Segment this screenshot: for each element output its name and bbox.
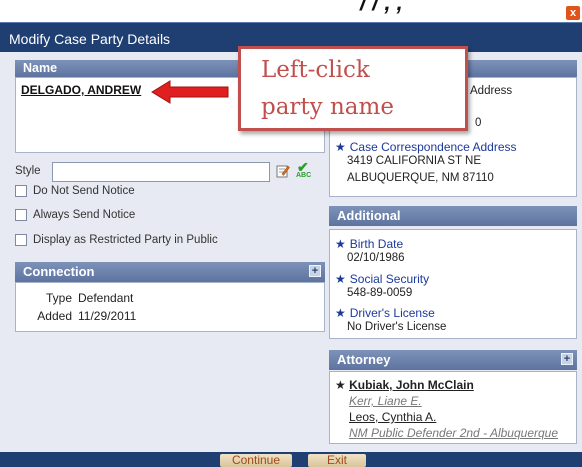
connection-added-value: 11/29/2011	[78, 309, 137, 323]
checkbox-do-not-send-notice[interactable]: Do Not Send Notice	[15, 185, 135, 201]
social-security-value: 548-89-0059	[347, 287, 413, 299]
checkbox-label: Do Not Send Notice	[33, 185, 135, 197]
address-partial-line: 0	[475, 117, 482, 129]
address-line-1: 3419 CALIFORNIA ST NE	[347, 155, 482, 167]
primary-attorney-row[interactable]: ★ Kubiak, John McClain	[335, 378, 474, 392]
style-input[interactable]	[52, 162, 270, 182]
additional-section-title: Additional	[337, 208, 401, 223]
connection-panel: Type Defendant Added 11/29/2011	[15, 282, 325, 332]
additional-section-header: Additional	[329, 206, 577, 226]
edit-note-icon[interactable]	[276, 164, 290, 178]
connection-section-header: Connection +	[15, 262, 325, 282]
pin-icon: ★	[335, 306, 346, 320]
cropped-heading-text: / / , ,	[360, 0, 403, 15]
attorney-section-header: Attorney +	[329, 350, 577, 370]
annotation-callout: Left-click party name	[238, 46, 468, 131]
dialog-title: Modify Case Party Details	[9, 31, 171, 47]
annotation-line-1: Left-click	[261, 57, 370, 83]
checkbox-label: Display as Restricted Party in Public	[33, 234, 218, 246]
correspondence-address-label[interactable]: Case Correspondence Address	[350, 140, 517, 154]
close-icon[interactable]: x	[566, 6, 580, 20]
spellcheck-abc-label: ABC	[296, 172, 312, 179]
style-label: Style	[15, 165, 41, 177]
checkbox-label: Always Send Notice	[33, 209, 136, 221]
pin-icon: ★	[335, 237, 346, 251]
exit-button[interactable]: Exit	[308, 454, 366, 467]
attorney-panel: ★ Kubiak, John McClain Kerr, Liane E. Le…	[329, 371, 577, 444]
attorney-link-kerr[interactable]: Kerr, Liane E.	[349, 394, 422, 408]
checkbox-display-restricted[interactable]: Display as Restricted Party in Public	[15, 234, 218, 250]
continue-button[interactable]: Continue	[220, 454, 292, 467]
drivers-license-value: No Driver's License	[347, 321, 447, 333]
address-label-partial[interactable]: Address	[470, 85, 512, 97]
social-security-label[interactable]: Social Security	[350, 272, 429, 286]
annotation-line-2: party name	[261, 94, 394, 120]
drivers-license-label[interactable]: Driver's License	[350, 306, 435, 320]
birth-date-row[interactable]: ★ Birth Date	[335, 237, 403, 251]
attorney-link-leos[interactable]: Leos, Cynthia A.	[349, 410, 436, 424]
checkbox-box[interactable]	[15, 185, 27, 197]
add-connection-button[interactable]: +	[309, 265, 321, 277]
add-attorney-button[interactable]: +	[561, 353, 573, 365]
drivers-license-row[interactable]: ★ Driver's License	[335, 306, 435, 320]
correspondence-address-row[interactable]: ★ Case Correspondence Address	[335, 140, 517, 154]
party-name-link[interactable]: DELGADO, ANDREW	[21, 83, 141, 97]
social-security-row[interactable]: ★ Social Security	[335, 272, 429, 286]
pin-icon: ★	[335, 272, 346, 286]
connection-type-value: Defendant	[78, 291, 134, 305]
pin-icon: ★	[335, 140, 346, 154]
primary-star-icon: ★	[335, 378, 346, 392]
name-section-title: Name	[23, 61, 58, 75]
birth-date-value: 02/10/1986	[347, 252, 405, 264]
connection-added-row: Added 11/29/2011	[16, 309, 136, 323]
top-strip: / / , , x	[0, 0, 582, 22]
birth-date-label[interactable]: Birth Date	[350, 237, 403, 251]
attorney-office-link[interactable]: NM Public Defender 2nd - Albuquerque	[349, 426, 558, 440]
address-line-2: ALBUQUERQUE, NM 87110	[347, 172, 494, 184]
annotation-arrow-icon	[151, 80, 229, 104]
connection-type-key: Type	[45, 291, 72, 305]
connection-added-key: Added	[37, 309, 72, 323]
checkbox-always-send-notice[interactable]: Always Send Notice	[15, 209, 135, 225]
style-row: Style ✔ ABC	[15, 159, 325, 182]
primary-attorney-link[interactable]: Kubiak, John McClain	[349, 378, 474, 392]
checkbox-box[interactable]	[15, 209, 27, 221]
spellcheck-icon[interactable]: ✔ ABC	[293, 159, 315, 180]
checkbox-box[interactable]	[15, 234, 27, 246]
attorney-section-title: Attorney	[337, 352, 391, 367]
connection-type-row: Type Defendant	[16, 291, 133, 305]
additional-panel: ★ Birth Date 02/10/1986 ★ Social Security …	[329, 229, 577, 339]
connection-section-title: Connection	[23, 264, 95, 279]
